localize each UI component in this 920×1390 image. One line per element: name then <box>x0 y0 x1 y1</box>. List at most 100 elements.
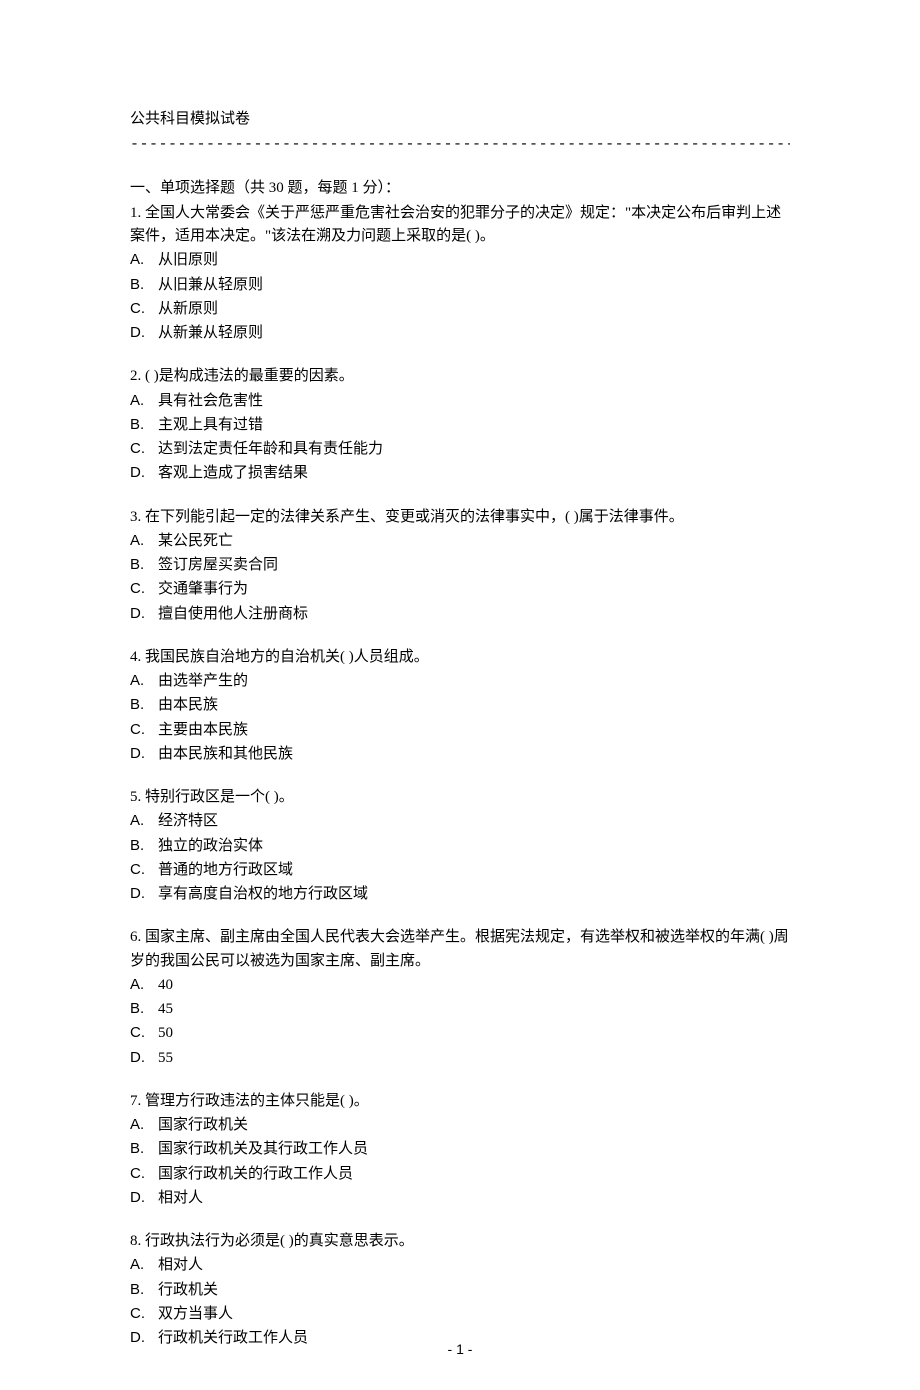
question: 5. 特别行政区是一个( )。A.经济特区B.独立的政治实体C.普通的地方行政区… <box>130 786 790 906</box>
option-text: 从旧原则 <box>158 252 218 268</box>
option-text: 国家行政机关 <box>158 1117 248 1133</box>
option-label: A. <box>130 1253 158 1276</box>
option: D.由本民族和其他民族 <box>130 742 790 766</box>
option: C.50 <box>130 1021 790 1045</box>
option: D.客观上造成了损害结果 <box>130 461 790 485</box>
option-text: 享有高度自治权的地方行政区域 <box>158 886 368 902</box>
option-label: C. <box>130 858 158 881</box>
option-label: D. <box>130 1046 158 1069</box>
option-label: B. <box>130 834 158 857</box>
option-label: B. <box>130 997 158 1020</box>
question: 6. 国家主席、副主席由全国人民代表大会选举产生。根据宪法规定，有选举权和被选举… <box>130 926 790 1070</box>
option: A.40 <box>130 973 790 997</box>
option: B.主观上具有过错 <box>130 413 790 437</box>
header-divider: ----------------------------------------… <box>130 133 790 156</box>
option: D.享有高度自治权的地方行政区域 <box>130 882 790 906</box>
option-label: D. <box>130 461 158 484</box>
option-label: B. <box>130 1278 158 1301</box>
option: B.签订房屋买卖合同 <box>130 553 790 577</box>
option-text: 45 <box>158 1001 173 1017</box>
option-label: D. <box>130 882 158 905</box>
option-text: 主观上具有过错 <box>158 417 263 433</box>
option-label: C. <box>130 577 158 600</box>
document-title: 公共科目模拟试卷 <box>130 108 790 131</box>
option-text: 擅自使用他人注册商标 <box>158 606 308 622</box>
option-text: 双方当事人 <box>158 1306 233 1322</box>
option-text: 相对人 <box>158 1190 203 1206</box>
option: B.45 <box>130 997 790 1021</box>
option-text: 相对人 <box>158 1257 203 1273</box>
question-text: 1. 全国人大常委会《关于严惩严重危害社会治安的犯罪分子的决定》规定："本决定公… <box>130 202 790 249</box>
option-label: A. <box>130 389 158 412</box>
option-label: A. <box>130 809 158 832</box>
question: 7. 管理方行政违法的主体只能是( )。A.国家行政机关B.国家行政机关及其行政… <box>130 1090 790 1210</box>
question-text: 8. 行政执法行为必须是( )的真实意思表示。 <box>130 1230 790 1253</box>
option-text: 国家行政机关及其行政工作人员 <box>158 1141 368 1157</box>
option: C.双方当事人 <box>130 1302 790 1326</box>
question: 3. 在下列能引起一定的法律关系产生、变更或消灭的法律事实中，( )属于法律事件… <box>130 506 790 626</box>
option-label: D. <box>130 602 158 625</box>
option-label: C. <box>130 1302 158 1325</box>
option-text: 50 <box>158 1025 173 1041</box>
option-text: 客观上造成了损害结果 <box>158 465 308 481</box>
option-label: B. <box>130 273 158 296</box>
option-text: 40 <box>158 977 173 993</box>
questions-list: 1. 全国人大常委会《关于严惩严重危害社会治安的犯罪分子的决定》规定："本决定公… <box>130 202 790 1351</box>
question: 4. 我国民族自治地方的自治机关( )人员组成。A.由选举产生的B.由本民族C.… <box>130 646 790 766</box>
option: B.独立的政治实体 <box>130 834 790 858</box>
option-text: 具有社会危害性 <box>158 393 263 409</box>
option-label: C. <box>130 1162 158 1185</box>
section-heading: 一、单项选择题（共 30 题，每题 1 分）： <box>130 177 790 200</box>
option: A.国家行政机关 <box>130 1113 790 1137</box>
option-label: C. <box>130 437 158 460</box>
question: 2. ( )是构成违法的最重要的因素。A.具有社会危害性 B.主观上具有过错C.达… <box>130 365 790 485</box>
option: C.从新原则 <box>130 297 790 321</box>
option-text: 从新兼从轻原则 <box>158 325 263 341</box>
option-text: 某公民死亡 <box>158 533 233 549</box>
option-text: 由选举产生的 <box>158 673 248 689</box>
option: D.55 <box>130 1046 790 1070</box>
option-text: 由本民族和其他民族 <box>158 746 293 762</box>
option-label: A. <box>130 1113 158 1136</box>
option: C.普通的地方行政区域 <box>130 858 790 882</box>
option: C.国家行政机关的行政工作人员 <box>130 1162 790 1186</box>
option: A.从旧原则 <box>130 248 790 272</box>
question-text: 2. ( )是构成违法的最重要的因素。 <box>130 365 790 388</box>
option-label: B. <box>130 553 158 576</box>
option-text: 独立的政治实体 <box>158 838 263 854</box>
option-text: 经济特区 <box>158 813 218 829</box>
question-text: 4. 我国民族自治地方的自治机关( )人员组成。 <box>130 646 790 669</box>
option: B.国家行政机关及其行政工作人员 <box>130 1137 790 1161</box>
document-page: 公共科目模拟试卷 -------------------------------… <box>0 0 920 1390</box>
question-text: 7. 管理方行政违法的主体只能是( )。 <box>130 1090 790 1113</box>
option: D.从新兼从轻原则 <box>130 321 790 345</box>
option-text: 55 <box>158 1050 173 1066</box>
option: D.擅自使用他人注册商标 <box>130 602 790 626</box>
option: B.行政机关 <box>130 1278 790 1302</box>
option: D.相对人 <box>130 1186 790 1210</box>
question-text: 5. 特别行政区是一个( )。 <box>130 786 790 809</box>
option-text: 主要由本民族 <box>158 722 248 738</box>
option: A.经济特区 <box>130 809 790 833</box>
option-label: B. <box>130 693 158 716</box>
option-text: 签订房屋买卖合同 <box>158 557 278 573</box>
option: A.某公民死亡 <box>130 529 790 553</box>
option-label: D. <box>130 742 158 765</box>
option-label: C. <box>130 718 158 741</box>
option-label: C. <box>130 1021 158 1044</box>
option-text: 行政机关 <box>158 1282 218 1298</box>
question: 8. 行政执法行为必须是( )的真实意思表示。A.相对人B.行政机关C.双方当事… <box>130 1230 790 1350</box>
option: B.从旧兼从轻原则 <box>130 273 790 297</box>
option: C.达到法定责任年龄和具有责任能力 <box>130 437 790 461</box>
option: C.主要由本民族 <box>130 718 790 742</box>
option-label: D. <box>130 1186 158 1209</box>
question-text: 6. 国家主席、副主席由全国人民代表大会选举产生。根据宪法规定，有选举权和被选举… <box>130 926 790 973</box>
option-text: 交通肇事行为 <box>158 581 248 597</box>
option-label: A. <box>130 529 158 552</box>
page-number: - 1 - <box>0 1339 920 1361</box>
option-label: A. <box>130 669 158 692</box>
option-text: 达到法定责任年龄和具有责任能力 <box>158 441 383 457</box>
option: A.由选举产生的 <box>130 669 790 693</box>
option-label: A. <box>130 973 158 996</box>
option: B.由本民族 <box>130 693 790 717</box>
